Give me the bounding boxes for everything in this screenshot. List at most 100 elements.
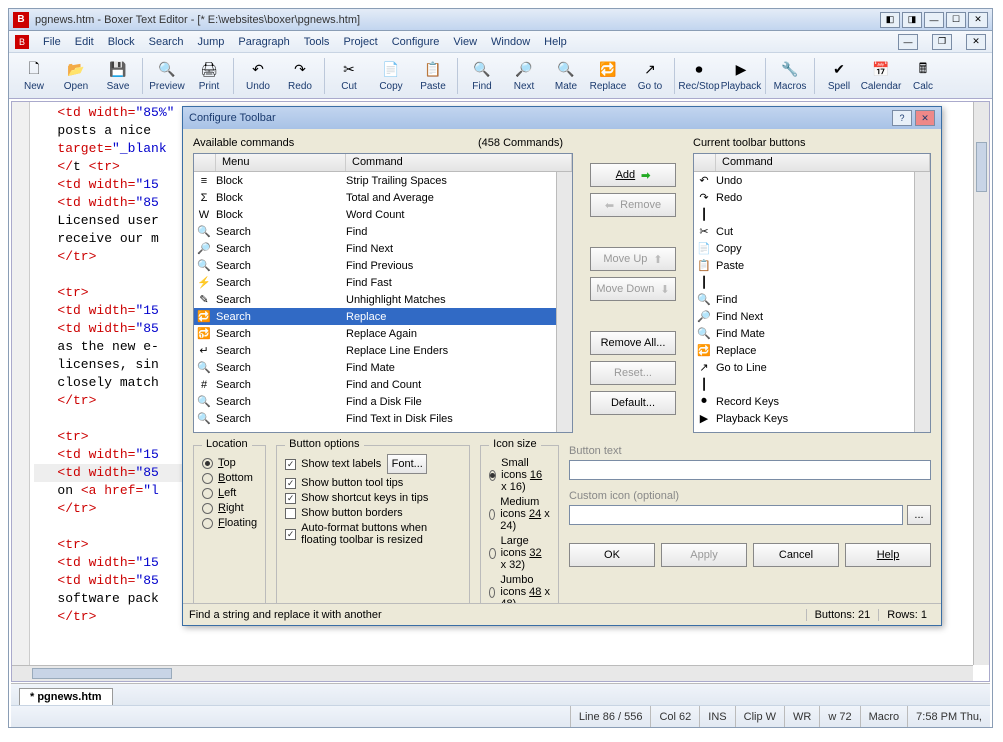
- move-up-button[interactable]: Move Up⬆: [590, 247, 676, 271]
- toolbar-button-row[interactable]: ┃: [694, 274, 930, 291]
- toolbar-button-row[interactable]: ✂Cut: [694, 223, 930, 240]
- menu-search[interactable]: Search: [149, 36, 184, 48]
- menu-project[interactable]: Project: [343, 36, 377, 48]
- horizontal-scrollbar[interactable]: [12, 665, 973, 681]
- cancel-button[interactable]: Cancel: [753, 543, 839, 567]
- tool-spell[interactable]: ✔Spell: [818, 58, 860, 94]
- tool-calc[interactable]: 🖩Calc: [902, 58, 944, 94]
- close-button[interactable]: ✕: [968, 12, 988, 28]
- browse-icon-button[interactable]: ...: [907, 505, 931, 525]
- tool-undo[interactable]: ↶Undo: [237, 58, 279, 94]
- tool-preview[interactable]: 🔍Preview: [146, 58, 188, 94]
- menu-block[interactable]: Block: [108, 36, 135, 48]
- add-button[interactable]: Add➡: [590, 163, 676, 187]
- tool-new[interactable]: 🗋New: [13, 58, 55, 94]
- move-down-button[interactable]: Move Down⬇: [590, 277, 676, 301]
- location-top[interactable]: Top: [202, 457, 257, 469]
- tool-next[interactable]: 🔎Next: [503, 58, 545, 94]
- child-restore-button[interactable]: ❐: [932, 34, 952, 50]
- opt-show-borders[interactable]: Show button borders: [285, 507, 461, 519]
- tool-print[interactable]: 🖨Print: [188, 58, 230, 94]
- tool-paste[interactable]: 📋Paste: [412, 58, 454, 94]
- dialog-help-titlebtn[interactable]: ?: [892, 110, 912, 126]
- tool-copy[interactable]: 📄Copy: [370, 58, 412, 94]
- toolbar-button-row[interactable]: 🔎Find Next: [694, 308, 930, 325]
- font-button[interactable]: Font...: [387, 454, 427, 474]
- menu-view[interactable]: View: [453, 36, 477, 48]
- toolbar-button-row[interactable]: 🔁Replace: [694, 342, 930, 359]
- maximize-button[interactable]: ☐: [946, 12, 966, 28]
- iconsize-1[interactable]: Medium icons 24 x 24): [489, 496, 550, 532]
- default-button[interactable]: Default...: [590, 391, 676, 415]
- menu-window[interactable]: Window: [491, 36, 530, 48]
- col-menu[interactable]: Menu: [216, 154, 346, 171]
- command-row[interactable]: ↵SearchReplace Line Enders: [194, 342, 572, 359]
- command-row[interactable]: 🔍SearchFind a Disk File: [194, 393, 572, 410]
- tool-redo[interactable]: ↷Redo: [279, 58, 321, 94]
- remove-button[interactable]: ⬅Remove: [590, 193, 676, 217]
- menu-file[interactable]: File: [43, 36, 61, 48]
- tool-replace[interactable]: 🔁Replace: [587, 58, 629, 94]
- dialog-close-button[interactable]: ✕: [915, 110, 935, 126]
- child-close-button[interactable]: ✕: [966, 34, 986, 50]
- ok-button[interactable]: OK: [569, 543, 655, 567]
- prev-window-btn[interactable]: ◧: [880, 12, 900, 28]
- command-row[interactable]: ⚡SearchFind Fast: [194, 274, 572, 291]
- tool-save[interactable]: 💾Save: [97, 58, 139, 94]
- toolbar-button-row[interactable]: 📋Paste: [694, 257, 930, 274]
- toolbar-button-row[interactable]: 🔍Find Mate: [694, 325, 930, 342]
- child-minimize-button[interactable]: —: [898, 34, 918, 50]
- command-row[interactable]: 🔂SearchReplace Again: [194, 325, 572, 342]
- toolbar-button-row[interactable]: 🔍Find: [694, 291, 930, 308]
- command-row[interactable]: ✎SearchUnhighlight Matches: [194, 291, 572, 308]
- help-button[interactable]: Help: [845, 543, 931, 567]
- tool-rec-stop[interactable]: ⏺Rec/Stop: [678, 58, 720, 94]
- command-row[interactable]: 🔍SearchFind Mate: [194, 359, 572, 376]
- vertical-scrollbar[interactable]: [973, 102, 989, 665]
- tool-find[interactable]: 🔍Find: [461, 58, 503, 94]
- remove-all-button[interactable]: Remove All...: [590, 331, 676, 355]
- current-buttons-list[interactable]: Command ↶Undo↷Redo┃✂Cut📄Copy📋Paste┃🔍Find…: [693, 153, 931, 433]
- opt-show-text-labels[interactable]: Show text labels: [285, 458, 381, 470]
- command-row[interactable]: 🔎SearchFind Next: [194, 240, 572, 257]
- menu-edit[interactable]: Edit: [75, 36, 94, 48]
- opt-auto-format[interactable]: Auto-format buttons when floating toolba…: [285, 522, 461, 546]
- command-row[interactable]: ΣBlockTotal and Average: [194, 189, 572, 206]
- apply-button[interactable]: Apply: [661, 543, 747, 567]
- toolbar-button-row[interactable]: ↶Undo: [694, 172, 930, 189]
- tool-cut[interactable]: ✂Cut: [328, 58, 370, 94]
- iconsize-0[interactable]: Small icons 16 x 16): [489, 457, 550, 493]
- tool-calendar[interactable]: 📅Calendar: [860, 58, 902, 94]
- tool-mate[interactable]: 🔍Mate: [545, 58, 587, 94]
- toolbar-button-row[interactable]: ┃: [694, 206, 930, 223]
- location-bottom[interactable]: Bottom: [202, 472, 257, 484]
- tool-macros[interactable]: 🔧Macros: [769, 58, 811, 94]
- toolbar-button-row[interactable]: ⏺Record Keys: [694, 393, 930, 410]
- command-row[interactable]: ≡BlockStrip Trailing Spaces: [194, 172, 572, 189]
- col-command2[interactable]: Command: [716, 154, 930, 171]
- toolbar-button-row[interactable]: ↷Redo: [694, 189, 930, 206]
- minimize-button[interactable]: —: [924, 12, 944, 28]
- toolbar-button-row[interactable]: ↗Go to Line: [694, 359, 930, 376]
- tool-playback[interactable]: ▶Playback: [720, 58, 762, 94]
- location-floating[interactable]: Floating: [202, 517, 257, 529]
- menu-help[interactable]: Help: [544, 36, 567, 48]
- tool-open[interactable]: 📂Open: [55, 58, 97, 94]
- toolbar-button-row[interactable]: ┃: [694, 376, 930, 393]
- command-row[interactable]: #SearchFind and Count: [194, 376, 572, 393]
- command-row[interactable]: 🔍SearchFind Previous: [194, 257, 572, 274]
- tool-go-to[interactable]: ↗Go to: [629, 58, 671, 94]
- command-row[interactable]: 🔍SearchFind: [194, 223, 572, 240]
- list-scrollbar[interactable]: [556, 172, 572, 432]
- toolbar-button-row[interactable]: ▶Playback Keys: [694, 410, 930, 427]
- iconsize-2[interactable]: Large icons 32 x 32): [489, 535, 550, 571]
- opt-show-tool-tips[interactable]: Show button tool tips: [285, 477, 461, 489]
- command-row[interactable]: WBlockWord Count: [194, 206, 572, 223]
- location-left[interactable]: Left: [202, 487, 257, 499]
- next-window-btn[interactable]: ◨: [902, 12, 922, 28]
- command-row[interactable]: 🔁SearchReplace: [194, 308, 572, 325]
- available-commands-list[interactable]: Menu Command ≡BlockStrip Trailing Spaces…: [193, 153, 573, 433]
- button-text-input[interactable]: [569, 460, 931, 480]
- opt-show-shortcut-keys[interactable]: Show shortcut keys in tips: [285, 492, 461, 504]
- menu-tools[interactable]: Tools: [304, 36, 330, 48]
